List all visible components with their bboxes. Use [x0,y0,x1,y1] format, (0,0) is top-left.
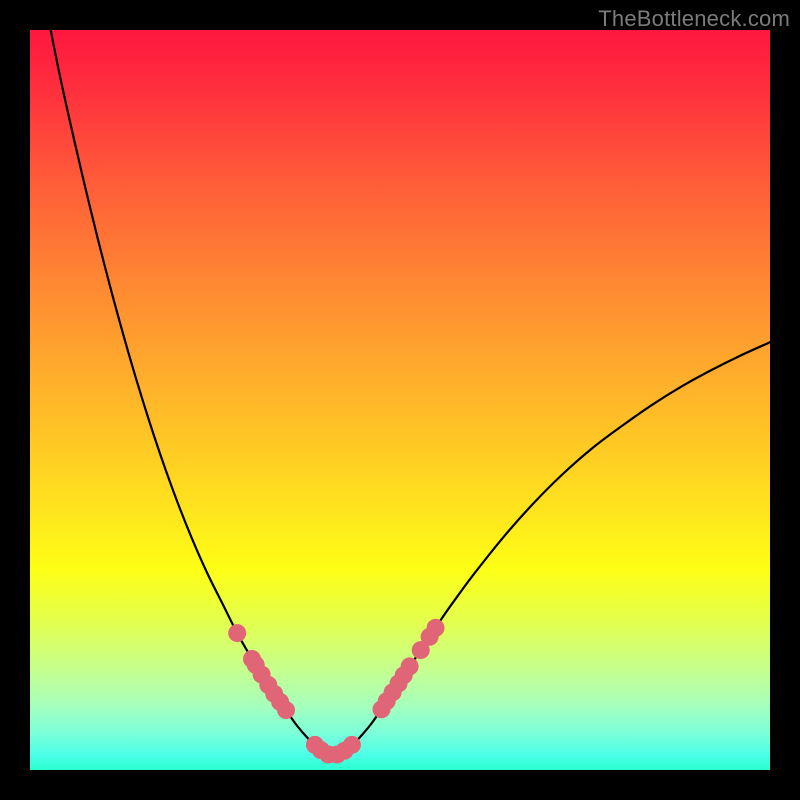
curve-overlay [30,30,770,770]
highlight-dot [277,701,295,719]
highlight-dot [401,657,419,675]
highlight-dot [343,736,361,754]
highlight-dot [427,619,445,637]
bottleneck-curve [45,30,770,755]
chart-frame: TheBottleneck.com [0,0,800,800]
watermark-text: TheBottleneck.com [598,6,790,32]
plot-area [30,30,770,770]
highlight-dot [228,624,246,642]
